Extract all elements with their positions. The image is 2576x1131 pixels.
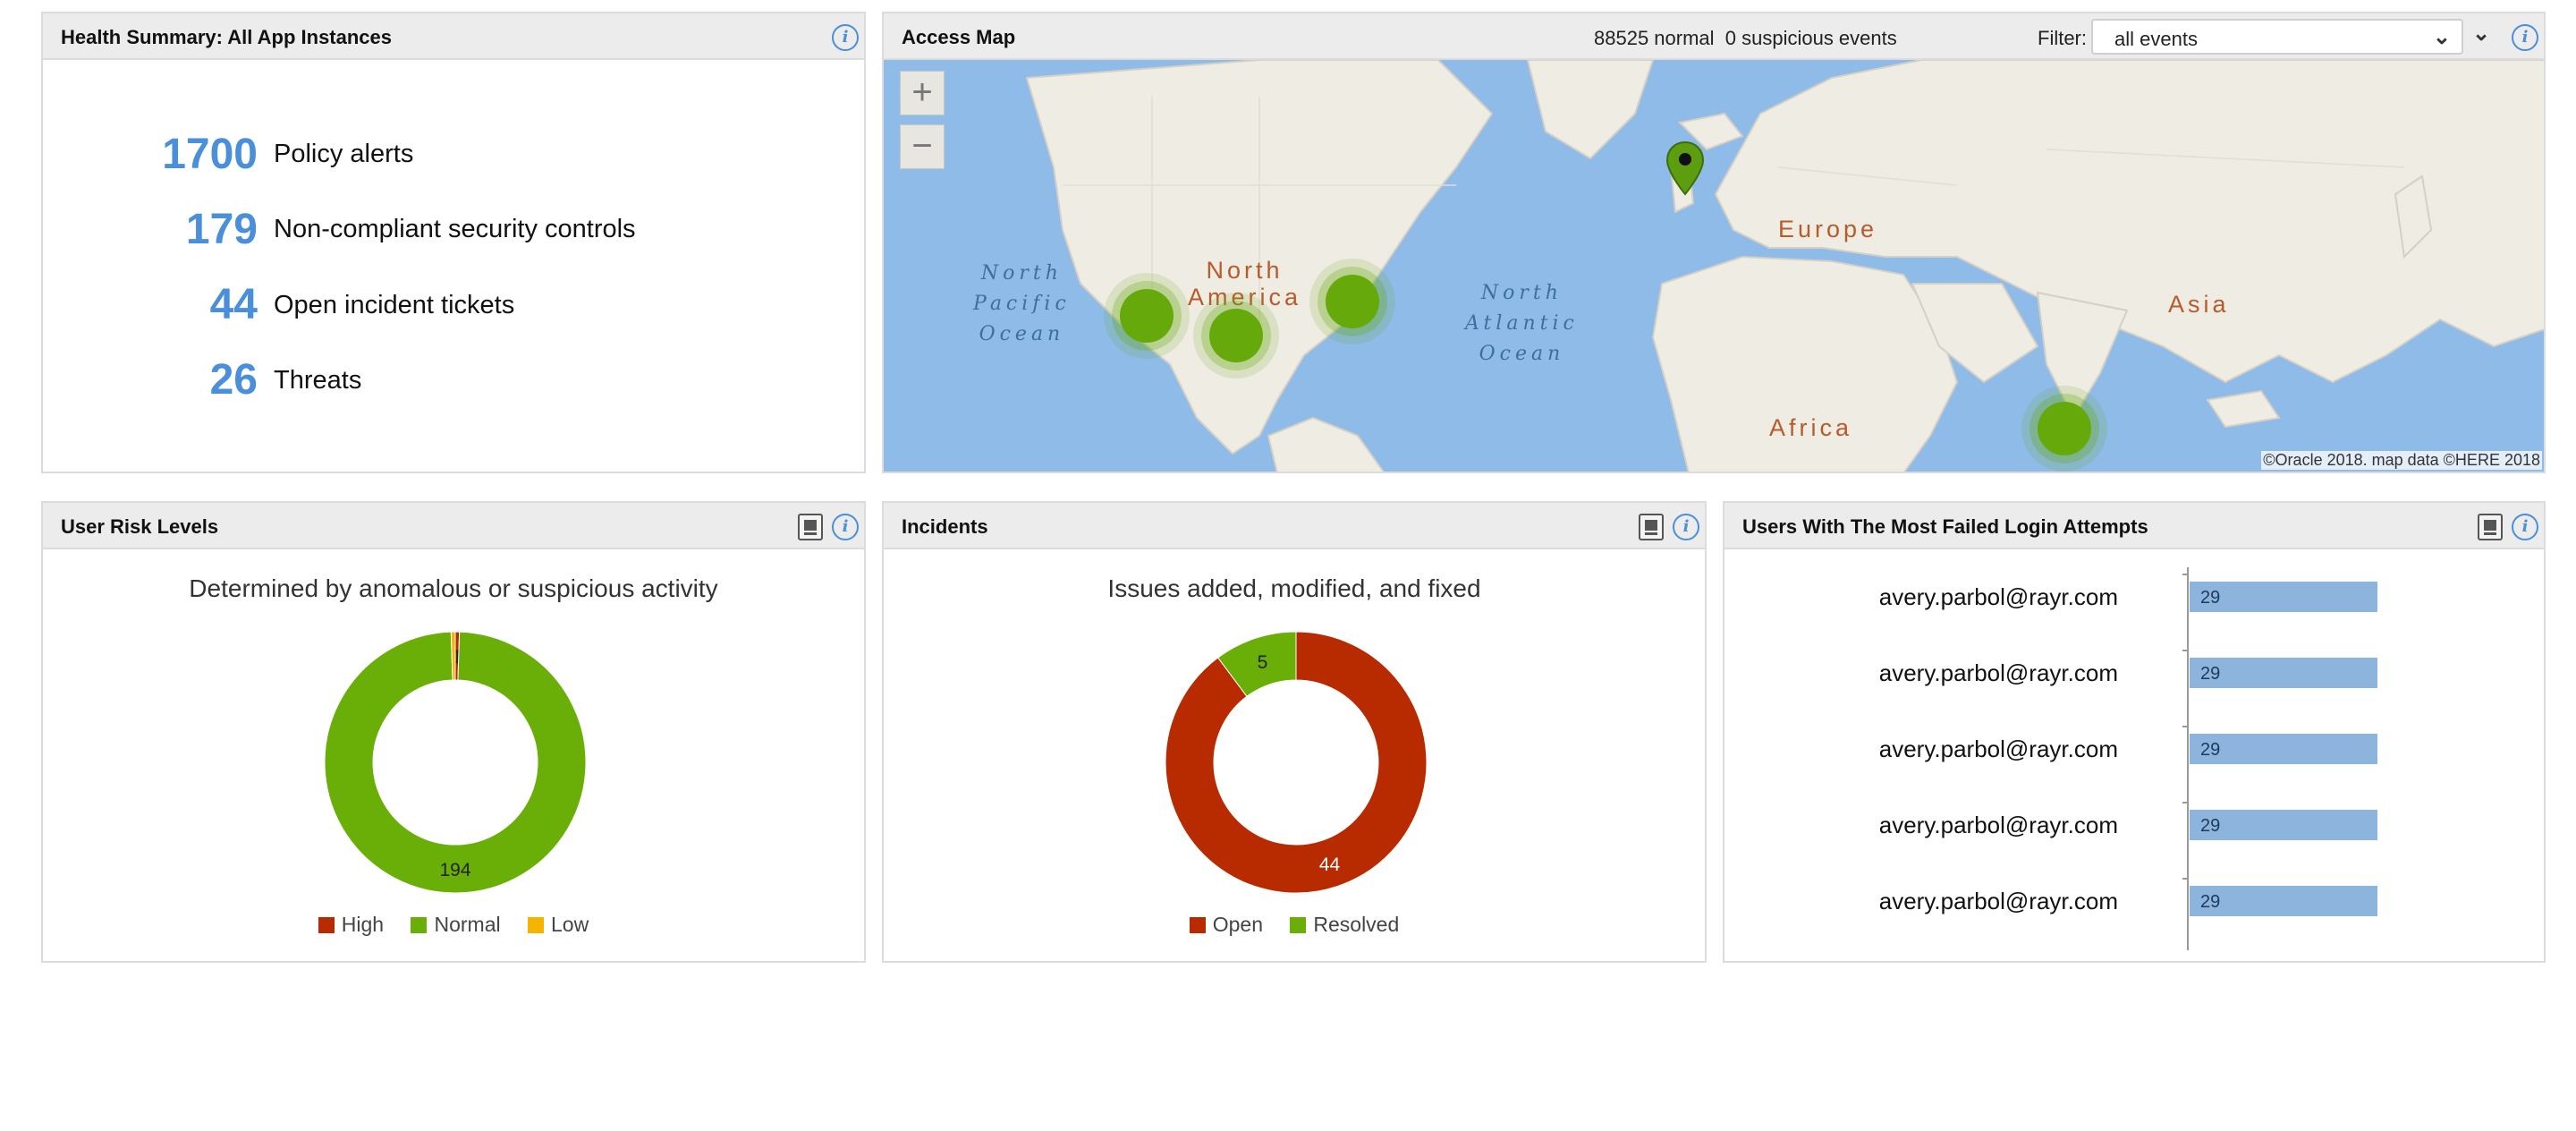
failed-login-user-label[interactable]: avery.parbol@rayr.com — [1724, 812, 2118, 839]
user-risk-donut-chart[interactable]: 1194 — [312, 619, 598, 906]
legend-swatch-low — [528, 917, 544, 933]
failed-login-bar-value: 29 — [2200, 892, 2220, 912]
legend-item-low[interactable]: Low — [528, 913, 589, 937]
info-icon[interactable]: i — [2512, 514, 2538, 540]
legend-swatch-normal — [411, 917, 428, 933]
metric-policy-alerts-label: Policy alerts — [274, 140, 414, 168]
metric-open-incidents-value[interactable]: 44 — [43, 280, 258, 329]
access-map-event-counts: 88525 normal 0 suspicious events — [1594, 27, 1897, 49]
access-map-panel: Access Map 88525 normal 0 suspicious eve… — [882, 12, 2546, 473]
failed-logins-bar-chart[interactable]: 29 29 29 29 29 — [2172, 560, 2458, 954]
info-icon[interactable]: i — [2512, 24, 2538, 51]
map-label-asia: Asia — [2168, 291, 2230, 318]
location-pin-icon[interactable] — [1665, 140, 1705, 196]
incidents-legend: Open Resolved — [884, 913, 1705, 937]
zoom-in-button[interactable]: + — [900, 71, 945, 115]
health-summary-header: Health Summary: All App Instances i — [43, 13, 864, 60]
map-label-europe: Europe — [1778, 216, 1878, 242]
user-risk-subtitle: Determined by anomalous or suspicious ac… — [189, 574, 718, 602]
legend-swatch-high — [318, 917, 335, 933]
chevron-down-icon: ⌄ — [2432, 25, 2451, 49]
user-risk-title: User Risk Levels — [61, 515, 219, 538]
user-risk-header: User Risk Levels i — [43, 503, 864, 549]
incidents-donut-chart[interactable]: 44 5 — [1153, 619, 1439, 906]
info-icon[interactable]: i — [832, 24, 859, 51]
export-icon[interactable] — [1639, 514, 1664, 540]
legend-item-resolved[interactable]: Resolved — [1290, 913, 1399, 937]
user-risk-data-label-normal: 194 — [439, 860, 470, 880]
legend-label-high: High — [341, 913, 385, 936]
metric-threats-value[interactable]: 26 — [43, 355, 258, 404]
access-map-canvas[interactable]: + − North Pacific Ocean North America No… — [884, 60, 2544, 472]
metric-noncompliant-label: Non-compliant security controls — [274, 215, 636, 243]
filter-selected-value: all events — [2114, 28, 2198, 50]
metric-policy-alerts-value[interactable]: 1700 — [43, 130, 258, 179]
failed-logins-panel: Users With The Most Failed Login Attempt… — [1723, 501, 2546, 963]
map-label-north-atlantic: North Atlantic Ocean — [1465, 282, 1579, 365]
legend-label-low: Low — [551, 913, 589, 936]
user-risk-panel: User Risk Levels i Determined by anomalo… — [41, 501, 866, 963]
incidents-subtitle: Issues added, modified, and fixed — [1107, 574, 1481, 602]
world-map-land — [1025, 60, 2544, 472]
metric-threats-label: Threats — [274, 366, 362, 395]
legend-label-normal: Normal — [434, 913, 501, 936]
health-summary-panel: Health Summary: All App Instances i 1700… — [41, 12, 866, 473]
incidents-data-label-open: 44 — [1319, 855, 1341, 875]
info-icon[interactable]: i — [1673, 514, 1699, 540]
legend-item-open[interactable]: Open — [1189, 913, 1263, 937]
failed-login-bar-value: 29 — [2200, 740, 2220, 760]
failed-login-user-label[interactable]: avery.parbol@rayr.com — [1724, 736, 2118, 763]
metric-noncompliant-value[interactable]: 179 — [43, 205, 258, 254]
incidents-title: Incidents — [902, 515, 988, 538]
metric-open-incidents-label: Open incident tickets — [274, 291, 515, 319]
failed-login-bar-value: 29 — [2200, 664, 2220, 684]
info-icon[interactable]: i — [832, 514, 859, 540]
map-label-north-america: North America — [1188, 257, 1302, 310]
collapse-chevron-icon[interactable]: ⌄ — [2472, 21, 2490, 47]
event-cluster-india[interactable] — [2038, 402, 2091, 455]
zoom-out-button[interactable]: − — [900, 124, 945, 169]
event-filter-select[interactable]: all events ⌄ — [2091, 19, 2463, 55]
failed-login-user-label[interactable]: avery.parbol@rayr.com — [1724, 583, 2118, 611]
legend-swatch-resolved — [1290, 917, 1307, 933]
map-copyright: ©Oracle 2018. map data ©HERE 2018 — [2261, 451, 2542, 470]
failed-logins-header: Users With The Most Failed Login Attempt… — [1724, 503, 2544, 549]
health-summary-title: Health Summary: All App Instances — [61, 26, 393, 48]
legend-item-high[interactable]: High — [318, 913, 384, 937]
failed-login-bar-value: 29 — [2200, 816, 2220, 836]
incidents-panel: Incidents i Issues added, modified, and … — [882, 501, 1707, 963]
event-cluster-east-coast[interactable] — [1326, 275, 1379, 328]
legend-label-open: Open — [1212, 913, 1263, 936]
event-cluster-central-us[interactable] — [1209, 309, 1263, 362]
export-icon[interactable] — [798, 514, 823, 540]
incidents-header: Incidents i — [884, 503, 1705, 549]
legend-item-normal[interactable]: Normal — [411, 913, 501, 937]
user-risk-legend: High Normal Low — [43, 913, 864, 937]
failed-login-user-label[interactable]: avery.parbol@rayr.com — [1724, 888, 2118, 915]
access-map-header: Access Map 88525 normal 0 suspicious eve… — [884, 13, 2544, 60]
event-cluster-west-coast[interactable] — [1120, 289, 1174, 343]
access-map-title: Access Map — [902, 26, 1016, 48]
export-icon[interactable] — [2478, 514, 2503, 540]
map-label-north-pacific: North Pacific Ocean — [973, 262, 1071, 345]
map-label-africa: Africa — [1769, 414, 1853, 441]
legend-swatch-open — [1189, 917, 1206, 933]
failed-logins-title: Users With The Most Failed Login Attempt… — [1742, 515, 2148, 538]
legend-label-resolved: Resolved — [1313, 913, 1400, 936]
failed-login-user-label[interactable]: avery.parbol@rayr.com — [1724, 659, 2118, 687]
failed-login-bar-value: 29 — [2200, 588, 2220, 608]
incidents-data-label-resolved: 5 — [1258, 652, 1268, 673]
filter-label: Filter: — [2038, 27, 2087, 49]
